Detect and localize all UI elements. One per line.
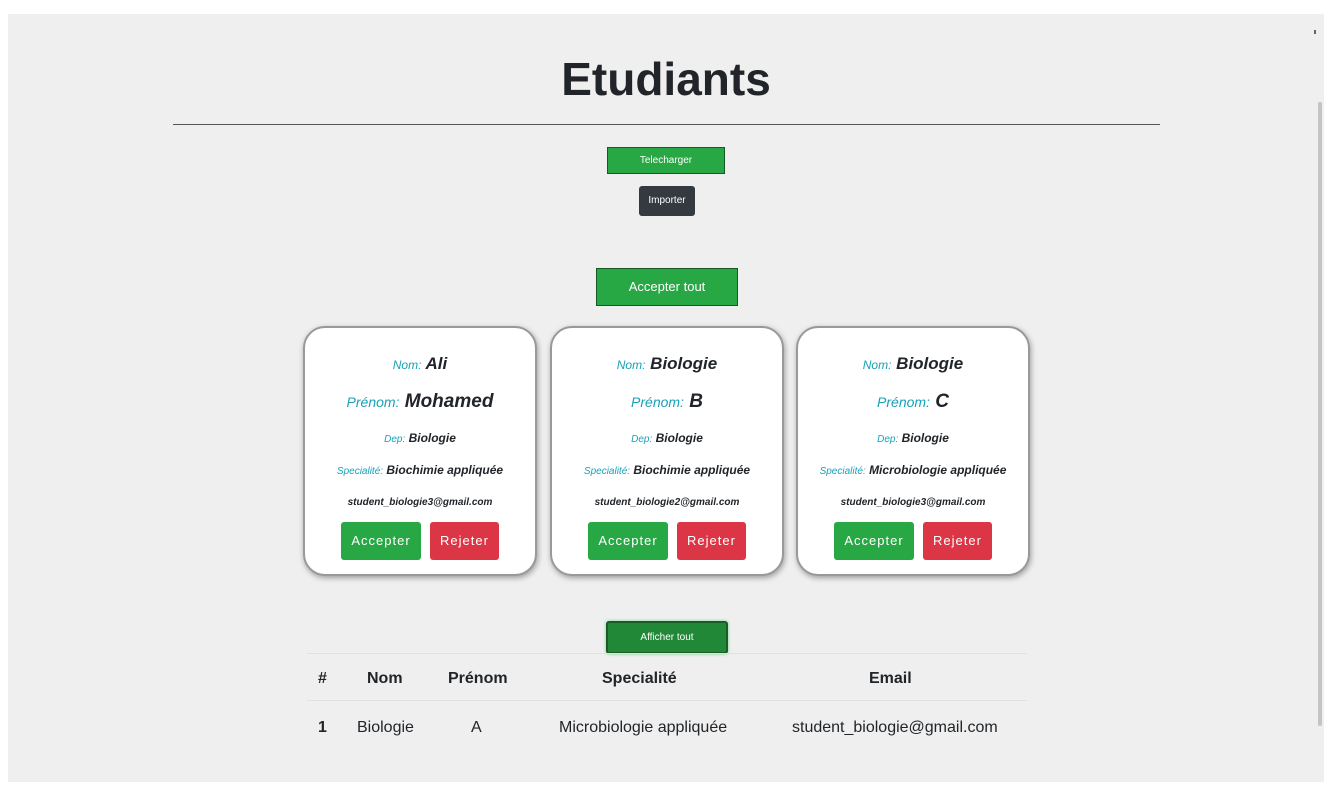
row-nom: Biologie [357,719,414,736]
card-specialite: Specialité: Biochimie appliquée [305,463,535,477]
nom-label: Nom: [862,358,892,372]
header-email: Email [869,670,912,687]
card-specialite: Specialité: Biochimie appliquée [552,463,782,477]
header-divider [307,700,1027,701]
title-divider [173,124,1160,125]
table-top-border [307,653,1027,654]
prenom-value: Mohamed [404,391,494,412]
nom-value: Ali [425,354,448,373]
page-background: Etudiants Telecharger Importer Accepter … [8,14,1324,782]
card-prenom: Prénom: B [552,391,782,413]
student-card: Nom: Ali Prénom: Mohamed Dep: Biologie S… [303,326,537,576]
prenom-label: Prénom: [631,394,684,410]
accept-all-button[interactable]: Accepter tout [596,268,738,306]
prenom-label: Prénom: [877,394,930,410]
header-nom: Nom [367,670,403,687]
prenom-value: C [935,391,949,412]
prenom-label: Prénom: [346,394,400,410]
card-specialite: Specialité: Microbiologie appliquée [798,463,1028,477]
reject-button[interactable]: Rejeter [430,522,499,560]
header-prenom: Prénom [448,670,508,687]
card-nom: Nom: Ali [305,354,535,374]
scroll-arrow[interactable] [1314,30,1316,34]
accept-button[interactable]: Accepter [834,522,914,560]
accept-button[interactable]: Accepter [588,522,668,560]
dep-label: Dep: [631,434,653,445]
header-specialite: Specialité [602,670,677,687]
nom-label: Nom: [392,358,422,372]
dep-value: Biologie [901,431,949,445]
row-prenom: A [471,719,482,736]
specialite-label: Specialité: [336,466,384,477]
dep-value: Biologie [655,431,703,445]
import-button[interactable]: Importer [639,186,695,216]
dep-label: Dep: [877,434,899,445]
card-prenom: Prénom: Mohamed [305,391,535,413]
row-index: 1 [318,719,327,736]
dep-value: Biologie [408,431,456,445]
card-dep: Dep: Biologie [305,431,535,445]
card-nom: Nom: Biologie [798,354,1028,374]
student-card: Nom: Biologie Prénom: C Dep: Biologie Sp… [796,326,1030,576]
accept-button[interactable]: Accepter [341,522,421,560]
specialite-label: Specialité: [583,466,631,477]
prenom-value: B [689,391,703,412]
page-title: Etudiants [561,53,771,105]
specialite-value: Biochimie appliquée [633,463,751,477]
nom-label: Nom: [616,358,646,372]
row-email: student_biologie@gmail.com [792,719,998,736]
header-index: # [318,670,327,687]
card-email: student_biologie3@gmail.com [840,497,986,508]
specialite-label: Specialité: [819,466,866,477]
download-button[interactable]: Telecharger [607,147,725,174]
reject-button[interactable]: Rejeter [677,522,746,560]
row-specialite: Microbiologie appliquée [559,719,728,736]
show-all-button[interactable]: Afficher tout [606,621,728,654]
specialite-value: Biochimie appliquée [386,463,504,477]
card-email: student_biologie2@gmail.com [594,497,740,508]
card-dep: Dep: Biologie [552,431,782,445]
nom-value: Biologie [650,354,718,373]
dep-label: Dep: [384,434,406,445]
reject-button[interactable]: Rejeter [923,522,992,560]
nom-value: Biologie [896,354,964,373]
card-email: student_biologie3@gmail.com [347,497,493,508]
specialite-value: Microbiologie appliquée [869,463,1007,477]
scrollbar[interactable] [1318,102,1322,726]
student-card: Nom: Biologie Prénom: B Dep: Biologie Sp… [550,326,784,576]
card-dep: Dep: Biologie [798,431,1028,445]
card-nom: Nom: Biologie [552,354,782,374]
card-prenom: Prénom: C [798,391,1028,413]
